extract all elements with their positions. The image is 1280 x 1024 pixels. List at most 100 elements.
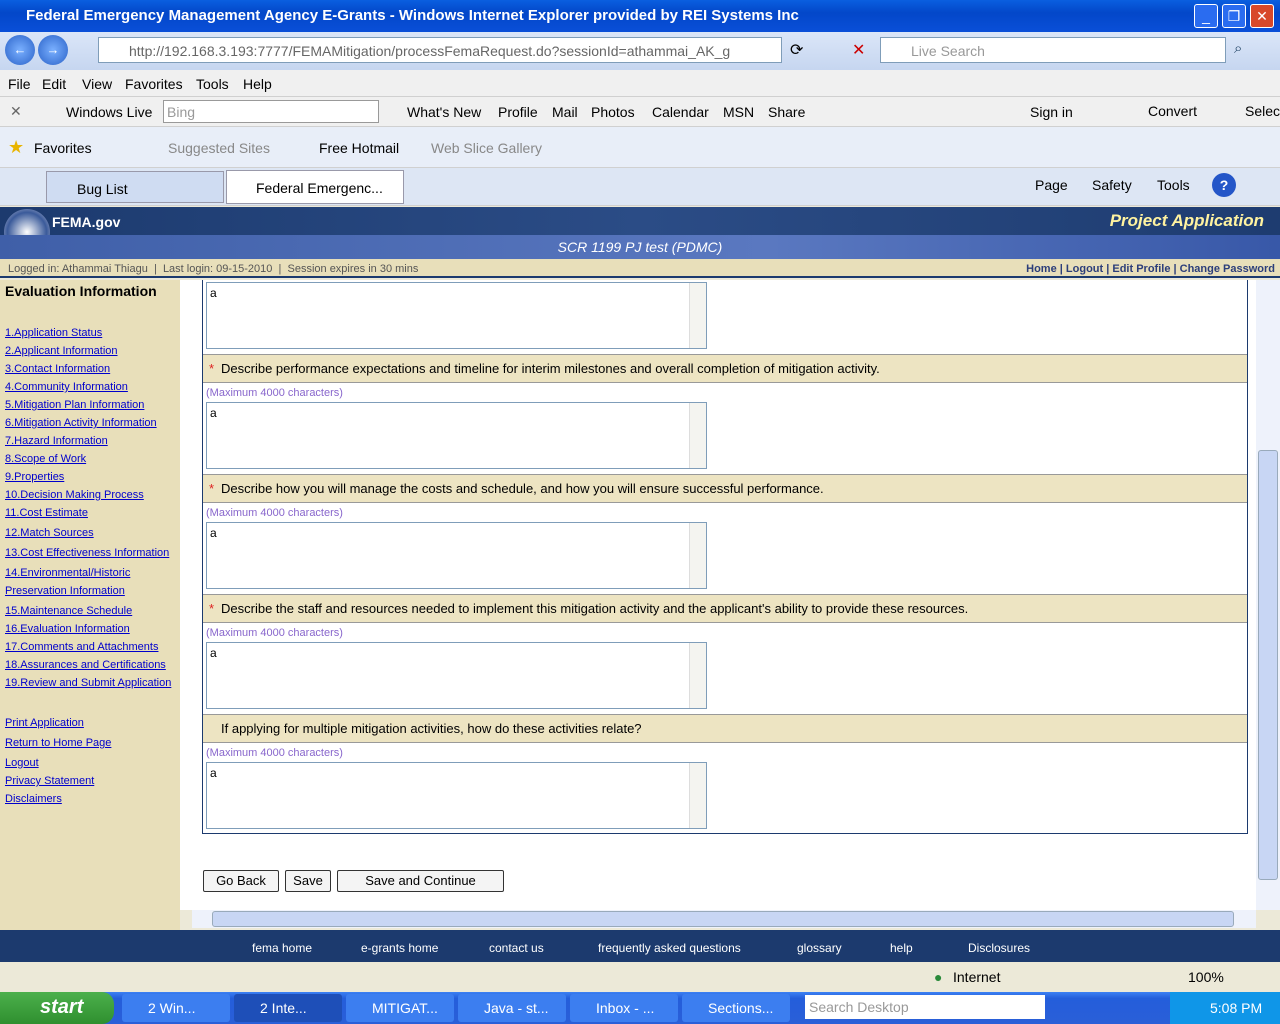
footer-disclosures[interactable]: Disclosures [968, 941, 1030, 955]
sidebar-link[interactable]: Return to Home Page [0, 734, 180, 752]
sidebar-step-link[interactable]: 12.Match Sources [0, 524, 180, 542]
sidebar-step-link[interactable]: 1.Application Status [0, 324, 180, 342]
go-back-button[interactable]: Go Back [203, 870, 279, 892]
live-search-input[interactable]: Live Search [880, 37, 1226, 63]
taskbar-task[interactable]: Inbox - ... [570, 994, 678, 1022]
horizontal-scrollbar[interactable] [192, 910, 1256, 928]
sidebar-step-link[interactable]: 9.Properties [0, 468, 180, 486]
home-link[interactable]: Home [1026, 263, 1057, 275]
sidebar-step-link[interactable]: 19.Review and Submit Application [0, 674, 180, 692]
free-hotmail-link[interactable]: Free Hotmail [319, 140, 399, 156]
windows-live-brand[interactable]: Windows Live [66, 104, 152, 120]
bing-search-input[interactable]: Bing [163, 100, 379, 123]
suggested-sites-link[interactable]: Suggested Sites [168, 140, 270, 156]
menu-tools[interactable]: Tools [196, 76, 229, 92]
sidebar-step-link[interactable]: 10.Decision Making Process [0, 486, 180, 504]
tab-bug-list[interactable]: Bug List [46, 171, 224, 203]
sidebar-step-link[interactable]: 7.Hazard Information [0, 432, 180, 450]
taskbar-task[interactable]: 2 Win... [122, 994, 230, 1022]
sidebar-link[interactable]: Privacy Statement [0, 772, 180, 790]
sidebar-link[interactable]: Disclaimers [0, 790, 180, 808]
minimize-button[interactable]: _ [1194, 4, 1218, 28]
tab-federal-emergency[interactable]: Federal Emergenc... [226, 170, 404, 204]
scroll-thumb[interactable] [1258, 450, 1278, 880]
search-icon[interactable]: ⌕ [1234, 40, 1242, 57]
tools-menu[interactable]: Tools [1157, 177, 1190, 193]
answer-textarea[interactable]: a [206, 642, 707, 709]
footer-help[interactable]: help [890, 941, 913, 955]
taskbar-task[interactable]: Sections... [682, 994, 790, 1022]
sidebar-step-link[interactable]: 4.Community Information [0, 378, 180, 396]
sidebar-step-link[interactable]: 13.Cost Effectiveness Information [0, 544, 180, 562]
menu-favorites[interactable]: Favorites [125, 76, 183, 92]
sidebar-step-link[interactable]: 15.Maintenance Schedule [0, 602, 180, 620]
menu-edit[interactable]: Edit [42, 76, 66, 92]
edit-profile-link[interactable]: Edit Profile [1112, 263, 1170, 275]
sidebar-step-link[interactable]: 16.Evaluation Information [0, 620, 180, 638]
start-button[interactable]: start [0, 992, 114, 1024]
sidebar-step-link[interactable]: 17.Comments and Attachments [0, 638, 180, 656]
forward-button[interactable]: → [38, 35, 68, 65]
mail-link[interactable]: Mail [552, 104, 578, 120]
web-slice-gallery-link[interactable]: Web Slice Gallery [431, 140, 542, 156]
textarea-scrollbar[interactable] [689, 523, 706, 588]
profile-link[interactable]: Profile [498, 104, 538, 120]
convert-button[interactable]: Convert [1148, 103, 1197, 119]
save-continue-button[interactable]: Save and Continue [337, 870, 504, 892]
answer-textarea[interactable]: a [206, 402, 707, 469]
textarea-scrollbar[interactable] [689, 643, 706, 708]
sidebar-step-link[interactable]: 14.Environmental/Historic Preservation I… [0, 564, 135, 600]
logout-link[interactable]: Logout [1066, 263, 1103, 275]
page-menu[interactable]: Page [1035, 177, 1068, 193]
share-link[interactable]: Share [768, 104, 805, 120]
taskbar-task[interactable]: Java - st... [458, 994, 566, 1022]
change-password-link[interactable]: Change Password [1180, 263, 1275, 275]
textarea-scrollbar[interactable] [689, 763, 706, 828]
footer-fema-home[interactable]: fema home [252, 941, 312, 955]
sidebar-step-link[interactable]: 2.Applicant Information [0, 342, 180, 360]
footer-faq[interactable]: frequently asked questions [598, 941, 741, 955]
sidebar-step-link[interactable]: 6.Mitigation Activity Information [0, 414, 180, 432]
zoom-level[interactable]: 100% [1188, 969, 1224, 985]
save-button[interactable]: Save [285, 870, 331, 892]
footer-egrants-home[interactable]: e-grants home [361, 941, 438, 955]
textarea-scrollbar[interactable] [689, 403, 706, 468]
address-input[interactable]: http://192.168.3.193:7777/FEMAMitigation… [98, 37, 782, 63]
sidebar-step-link[interactable]: 11.Cost Estimate [0, 504, 180, 522]
back-button[interactable]: ← [5, 35, 35, 65]
sidebar-step-link[interactable]: 5.Mitigation Plan Information [0, 396, 180, 414]
hscroll-thumb[interactable] [212, 911, 1234, 927]
sidebar-step-link[interactable]: 3.Contact Information [0, 360, 180, 378]
help-icon[interactable]: ? [1212, 173, 1236, 197]
sidebar-link[interactable]: Logout [0, 754, 180, 772]
close-toolbar-icon[interactable]: ✕ [10, 103, 22, 120]
fema-logo-text[interactable]: FEMA.gov [52, 214, 120, 230]
maximize-button[interactable]: ❐ [1222, 4, 1246, 28]
favorites-button[interactable]: Favorites [34, 140, 92, 156]
footer-contact-us[interactable]: contact us [489, 941, 544, 955]
sidebar-step-link[interactable]: 18.Assurances and Certifications [0, 656, 180, 674]
taskbar-task[interactable]: MITIGAT... [346, 994, 454, 1022]
menu-help[interactable]: Help [243, 76, 272, 92]
menu-file[interactable]: File [8, 76, 31, 92]
answer-textarea[interactable]: a [206, 522, 707, 589]
taskbar-task[interactable]: 2 Inte... [234, 994, 342, 1022]
menu-view[interactable]: View [82, 76, 112, 92]
select-button[interactable]: Selec [1245, 103, 1280, 119]
whats-new-link[interactable]: What's New [407, 104, 481, 120]
answer-textarea[interactable]: a [206, 282, 707, 349]
desktop-search-input[interactable]: Search Desktop [805, 995, 1045, 1019]
sidebar-link[interactable]: Print Application [0, 714, 180, 732]
msn-link[interactable]: MSN [723, 104, 754, 120]
footer-glossary[interactable]: glossary [797, 941, 842, 955]
photos-link[interactable]: Photos [591, 104, 635, 120]
textarea-scrollbar[interactable] [689, 283, 706, 348]
stop-icon[interactable]: ✕ [852, 40, 865, 60]
refresh-icon[interactable]: ⟳ [790, 40, 803, 60]
calendar-link[interactable]: Calendar [652, 104, 709, 120]
close-button[interactable]: ✕ [1250, 4, 1274, 28]
vertical-scrollbar[interactable] [1256, 280, 1280, 910]
sign-in-link[interactable]: Sign in [1030, 104, 1073, 120]
answer-textarea[interactable]: a [206, 762, 707, 829]
safety-menu[interactable]: Safety [1092, 177, 1132, 193]
